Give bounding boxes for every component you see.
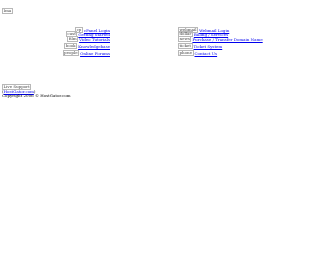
film-icon: film bbox=[67, 36, 79, 42]
contact-us-link[interactable]: Contact Us bbox=[195, 51, 218, 56]
book-icon: book bbox=[64, 43, 78, 49]
online-forums-link[interactable]: Online Forums bbox=[80, 51, 110, 56]
link-row-ticket-system[interactable]: ticket Ticket System bbox=[178, 43, 222, 49]
link-row-video-tutorials[interactable]: film Video Tutorials bbox=[67, 36, 110, 42]
people-icon: people bbox=[62, 50, 80, 56]
video-tutorials-link[interactable]: Video Tutorials bbox=[79, 37, 110, 42]
purchase-transfer-domain-link[interactable]: Purchase / Transfer Domain Name bbox=[192, 37, 262, 42]
ticket-icon: ticket bbox=[178, 43, 193, 49]
news-icon: news bbox=[178, 36, 192, 42]
header-logo-image: Ima bbox=[2, 8, 13, 14]
link-row-knowledgebase[interactable]: book Knowledgebase bbox=[64, 43, 110, 49]
ticket-system-link[interactable]: Ticket System bbox=[194, 44, 223, 49]
footer: Live Support (HostGator.com) Copyright 2… bbox=[2, 84, 71, 98]
link-row-contact-us[interactable]: phone Contact Us bbox=[178, 50, 217, 56]
knowledgebase-link[interactable]: Knowledgebase bbox=[78, 44, 110, 49]
link-row-purchase-domain[interactable]: news Purchase / Transfer Domain Name bbox=[178, 36, 263, 42]
phone-icon: phone bbox=[178, 50, 194, 56]
link-row-online-forums[interactable]: people Online Forums bbox=[62, 50, 110, 56]
copyright-text: Copyright 2006 © HostGator.com bbox=[2, 93, 71, 98]
